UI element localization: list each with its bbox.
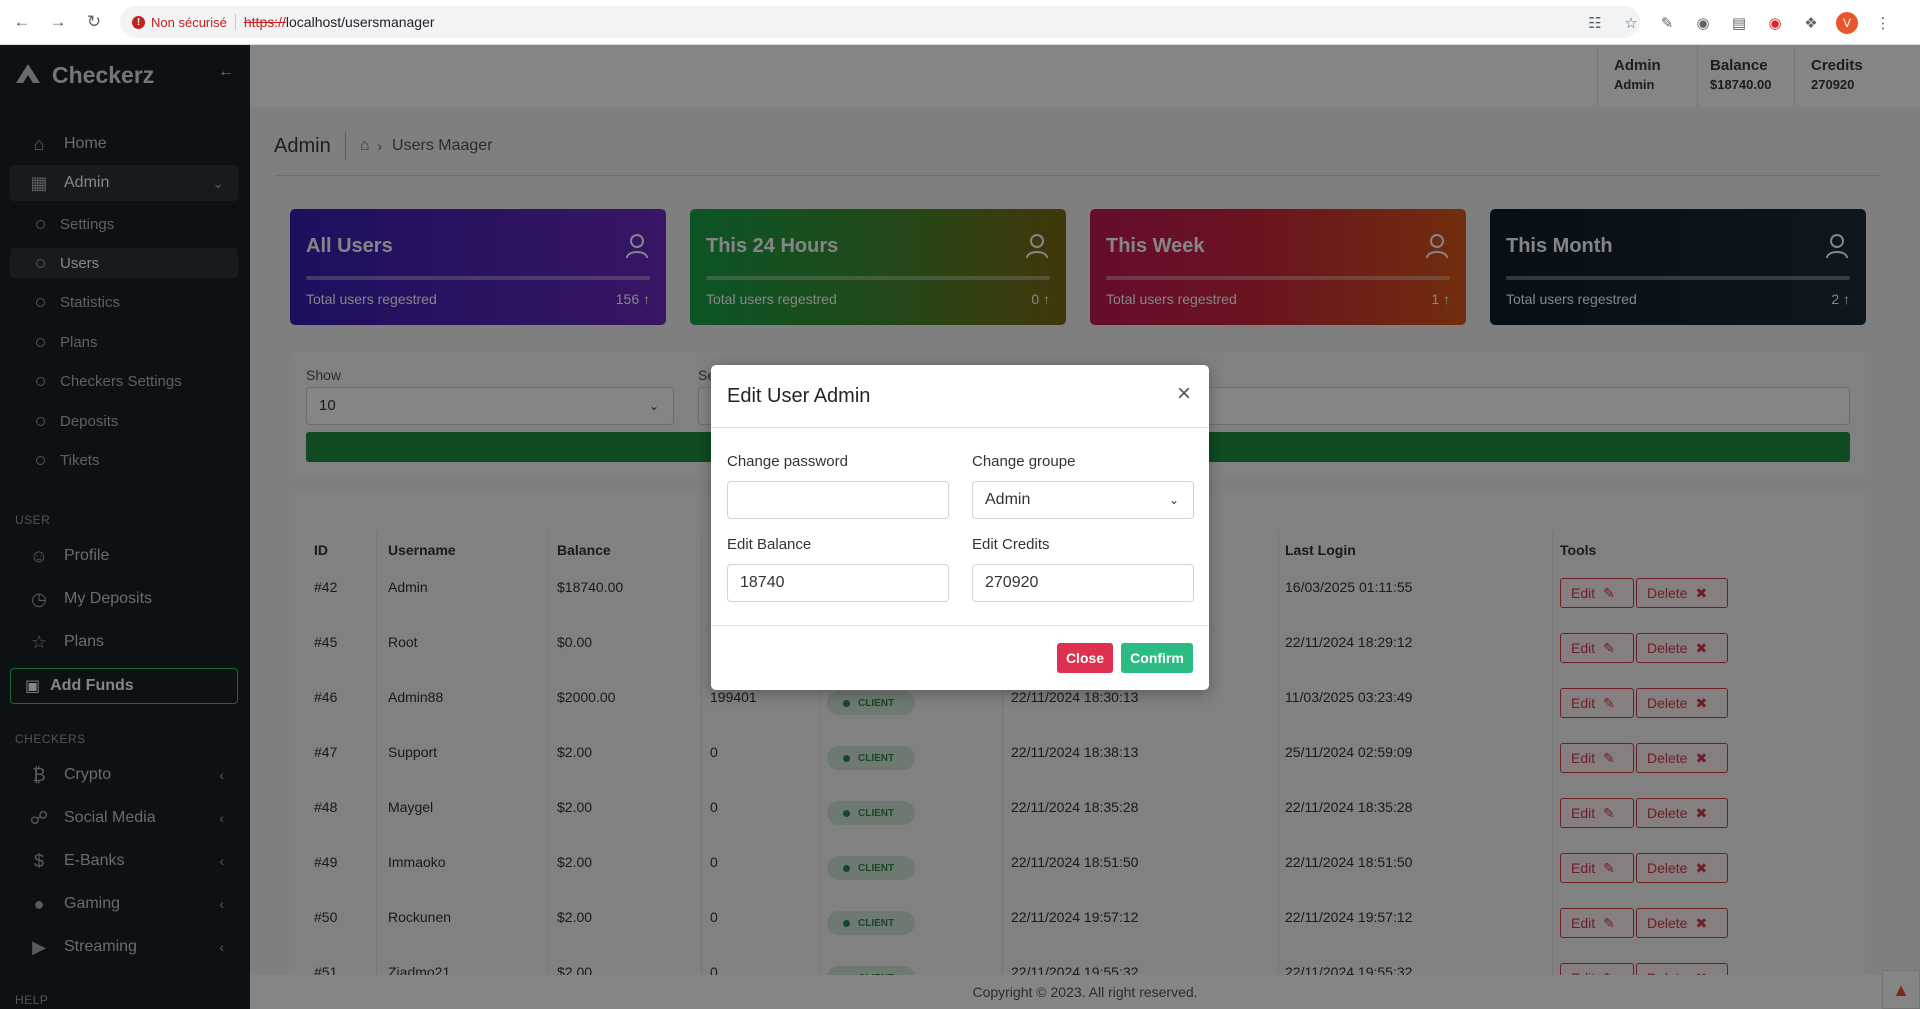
edit-user-modal: Edit User Admin × Change password Change… (711, 365, 1209, 690)
password-label: Change password (727, 453, 848, 470)
security-warning[interactable]: ! Non sécurisé (132, 15, 227, 30)
balance-label: Edit Balance (727, 536, 812, 553)
chevron-down-icon: ⌄ (1168, 493, 1179, 507)
kebab-menu-icon[interactable]: ⋮ (1872, 12, 1894, 34)
group-label: Change groupe (972, 453, 1076, 470)
forward-icon[interactable]: → (44, 8, 72, 36)
group-select[interactable]: Admin ⌄ (972, 481, 1194, 519)
extension-icon-2[interactable]: ◉ (1692, 12, 1714, 34)
pen-extension-icon[interactable]: ✎ (1656, 12, 1678, 34)
address-bar[interactable]: ! Non sécurisé https:// localhost/usersm… (120, 6, 1640, 38)
back-icon[interactable]: ← (8, 8, 36, 36)
opera-extension-icon[interactable]: ◉ (1764, 12, 1786, 34)
translate-icon[interactable]: ☷ (1584, 12, 1606, 34)
reload-icon[interactable]: ↻ (80, 8, 108, 36)
security-label: Non sécurisé (151, 14, 227, 30)
document-extension-icon[interactable]: ▤ (1728, 12, 1750, 34)
modal-footer-divider (711, 625, 1209, 626)
warning-icon: ! (132, 15, 145, 29)
browser-toolbar: ← → ↻ ! Non sécurisé https:// localhost/… (0, 0, 1920, 45)
credits-label: Edit Credits (972, 536, 1050, 553)
close-button[interactable]: Close (1057, 643, 1113, 673)
modal-header-divider (711, 427, 1209, 428)
puzzle-extensions-icon[interactable]: ❖ (1800, 12, 1822, 34)
confirm-button[interactable]: Confirm (1121, 643, 1193, 673)
bookmark-star-icon[interactable]: ☆ (1620, 12, 1642, 34)
group-select-value: Admin (985, 491, 1031, 508)
balance-field[interactable]: 18740 (727, 564, 949, 602)
omnibox-divider (234, 14, 236, 30)
profile-avatar[interactable]: V (1836, 11, 1858, 34)
close-icon[interactable]: × (1173, 382, 1195, 406)
password-field[interactable] (727, 481, 949, 519)
url-host: localhost/usersmanager (285, 14, 435, 30)
credits-field[interactable]: 270920 (972, 564, 1194, 602)
modal-title: Edit User Admin (727, 385, 871, 407)
url-protocol: https:// (243, 14, 286, 30)
